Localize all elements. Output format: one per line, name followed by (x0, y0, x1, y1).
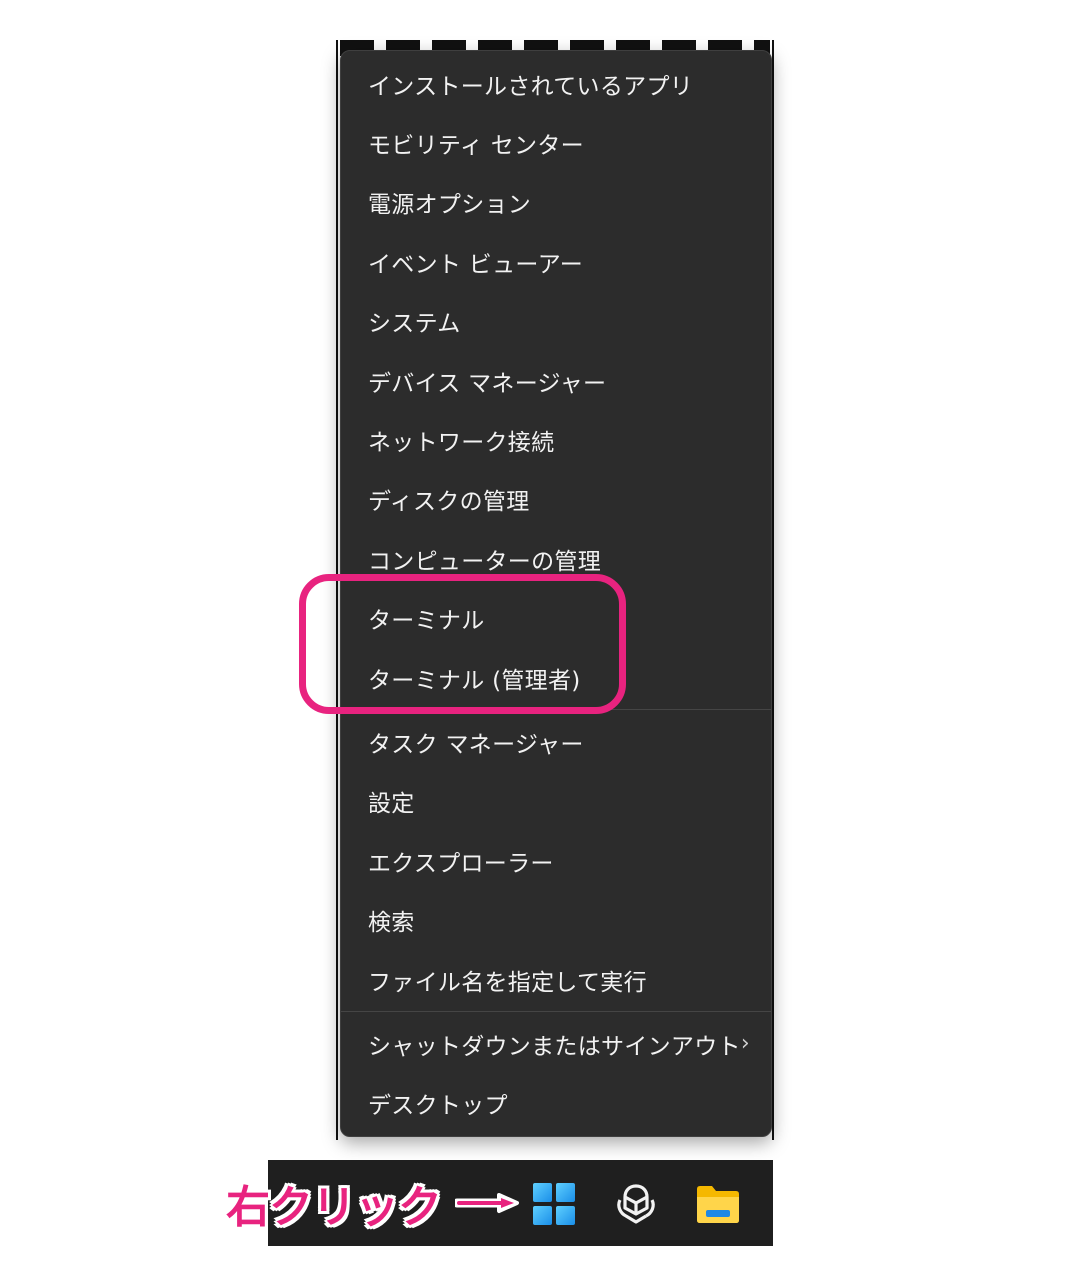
menu-item-label: デバイス マネージャー (368, 370, 607, 397)
menu-item-computer-management[interactable]: コンピューターの管理 (341, 529, 771, 588)
menu-item-device-manager[interactable]: デバイス マネージャー (341, 351, 771, 410)
screenshot-stage: インストールされているアプリ モビリティ センター 電源オプション イベント ビ… (0, 0, 1090, 1271)
menu-item-run[interactable]: ファイル名を指定して実行 (341, 950, 771, 1009)
menu-item-label: コンピューターの管理 (368, 548, 601, 575)
menu-item-settings[interactable]: 設定 (341, 772, 771, 831)
menu-item-label: タスク マネージャー (368, 731, 584, 758)
right-click-caption: 右クリック (226, 1182, 442, 1233)
menu-item-search[interactable]: 検索 (341, 890, 771, 949)
arrow-right-icon (455, 1193, 519, 1213)
menu-item-shutdown-signout[interactable]: シャットダウンまたはサインアウト › (341, 1014, 771, 1073)
menu-item-label: シャットダウンまたはサインアウト (368, 1033, 741, 1060)
menu-item-power-options[interactable]: 電源オプション (341, 173, 771, 232)
quick-link-context-menu: インストールされているアプリ モビリティ センター 電源オプション イベント ビ… (340, 50, 772, 1137)
windows-start-icon[interactable] (530, 1180, 578, 1228)
menu-item-event-viewer[interactable]: イベント ビューアー (341, 232, 771, 291)
menu-item-label: イベント ビューアー (368, 251, 584, 278)
menu-item-disk-management[interactable]: ディスクの管理 (341, 470, 771, 529)
menu-item-terminal[interactable]: ターミナル (341, 589, 771, 648)
menu-item-label: ファイル名を指定して実行 (368, 969, 647, 996)
menu-item-label: エクスプローラー (368, 850, 554, 877)
menu-item-label: システム (368, 311, 461, 338)
menu-item-label: ターミナル (管理者) (368, 667, 581, 694)
menu-item-desktop[interactable]: デスクトップ (341, 1074, 771, 1133)
menu-item-label: インストールされているアプリ (368, 73, 694, 100)
menu-item-system[interactable]: システム (341, 292, 771, 351)
menu-item-label: ターミナル (368, 608, 485, 635)
menu-item-label: 電源オプション (368, 192, 532, 219)
menu-item-label: モビリティ センター (368, 133, 584, 160)
menu-separator (341, 709, 771, 711)
menu-item-installed-apps[interactable]: インストールされているアプリ (341, 54, 771, 113)
file-explorer-folder-icon[interactable] (694, 1180, 742, 1228)
chevron-right-icon: › (740, 1031, 750, 1057)
menu-item-label: ディスクの管理 (368, 489, 530, 516)
menu-separator (341, 1011, 771, 1013)
menu-item-label: デスクトップ (368, 1093, 508, 1120)
menu-item-network-connections[interactable]: ネットワーク接続 (341, 410, 771, 469)
menu-item-label: 検索 (368, 910, 415, 937)
menu-item-label: 設定 (368, 791, 415, 818)
menu-item-task-manager[interactable]: タスク マネージャー (341, 712, 771, 771)
menu-item-terminal-admin[interactable]: ターミナル (管理者) (341, 648, 771, 707)
menu-item-label: ネットワーク接続 (368, 430, 555, 457)
menu-item-mobility-center[interactable]: モビリティ センター (341, 113, 771, 172)
menu-item-file-explorer[interactable]: エクスプローラー (341, 831, 771, 890)
chatgpt-icon[interactable] (612, 1180, 660, 1228)
